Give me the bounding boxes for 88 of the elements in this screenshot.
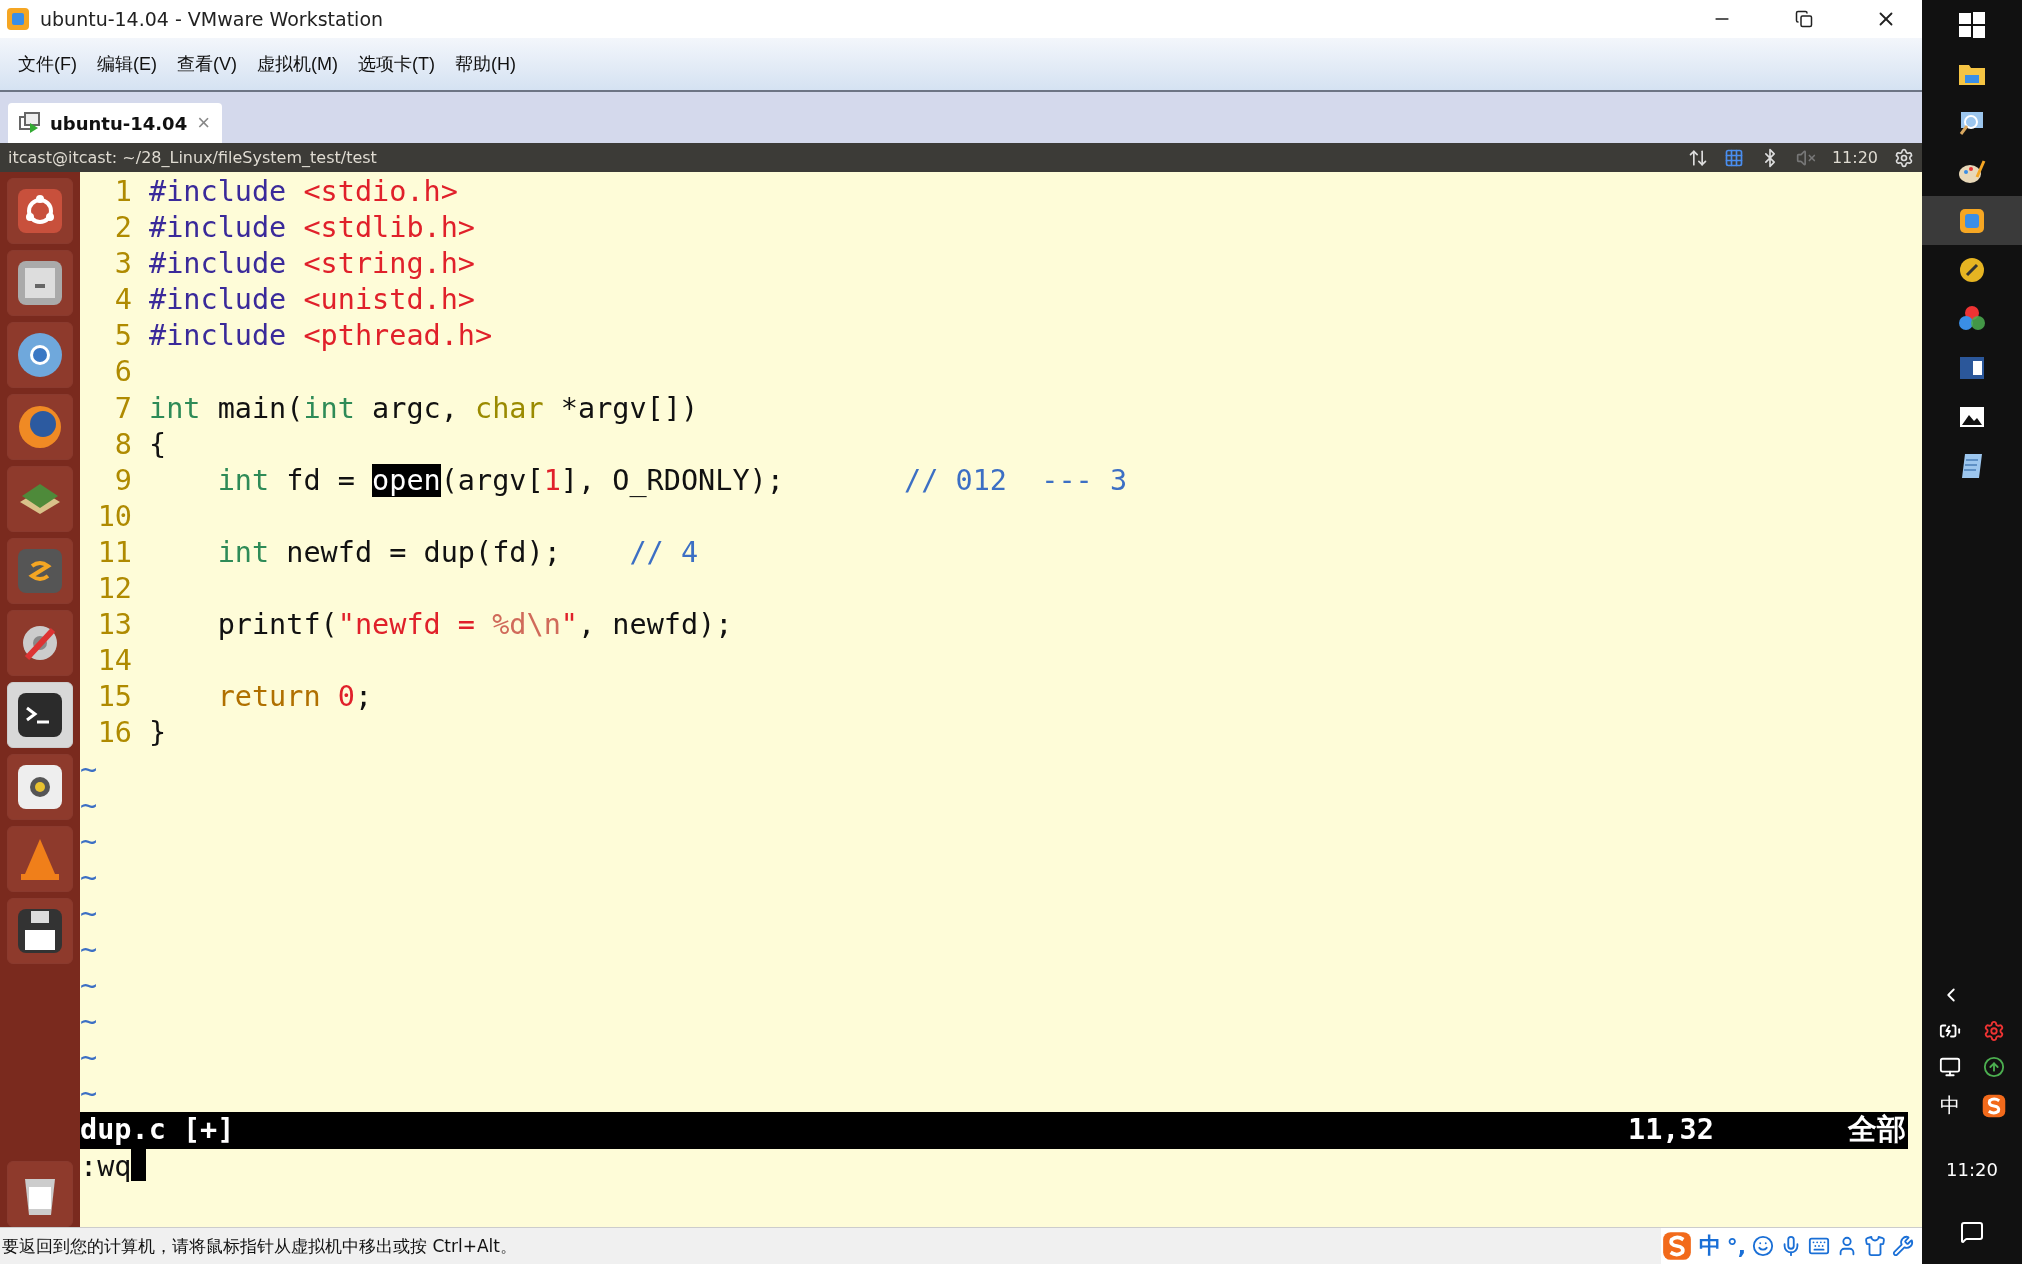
muted-speaker-icon[interactable] — [1795, 147, 1816, 168]
gear-icon[interactable] — [1983, 1020, 2005, 1042]
menu-item[interactable]: 选项卡(T) — [349, 46, 443, 82]
vm-icon — [18, 111, 42, 135]
input-mode-toggle[interactable]: °, — [1726, 1233, 1746, 1259]
speaker-icon[interactable] — [7, 754, 73, 820]
empty-line-marker: ~ — [80, 895, 98, 932]
menu-item[interactable]: 虚拟机(M) — [249, 46, 346, 82]
panel-clock[interactable]: 11:20 — [1831, 148, 1878, 167]
menu-item[interactable]: 帮助(H) — [446, 46, 524, 82]
line-number: 3 — [113, 246, 133, 283]
shirt-icon[interactable] — [1864, 1235, 1886, 1257]
file-name: dup.c [+] — [80, 1112, 236, 1149]
monitor-icon[interactable] — [1939, 1056, 1961, 1078]
notification-icon[interactable] — [1960, 1220, 1984, 1244]
app-logo-icon — [6, 7, 30, 31]
line-number: 14 — [96, 643, 133, 680]
input-method-icon[interactable] — [1723, 147, 1744, 168]
file-cabinet-icon[interactable] — [7, 250, 73, 316]
empty-line-marker: ~ — [80, 968, 98, 1005]
code-line: int main(int argc, char *argv[]) — [149, 390, 699, 427]
line-number: 7 — [113, 390, 133, 427]
traffic-cone-icon[interactable] — [7, 826, 73, 892]
tools-icon[interactable] — [7, 610, 73, 676]
books-icon[interactable] — [7, 466, 73, 532]
empty-line-marker: ~ — [80, 1004, 98, 1041]
upload-icon[interactable] — [1983, 1056, 2005, 1078]
line-number: 9 — [113, 462, 133, 499]
input-mode-toggle[interactable]: 中 — [1698, 1231, 1721, 1261]
menu-item[interactable]: 文件(F) — [10, 46, 85, 82]
empty-line-marker: ~ — [80, 859, 98, 896]
line-number: 4 — [113, 282, 133, 319]
text-editor-icon[interactable] — [7, 538, 73, 604]
code-line: printf("newfd = %d\n", newfd); — [216, 607, 733, 644]
smiley-icon[interactable] — [1752, 1235, 1774, 1257]
command-line[interactable]: :wq — [80, 1148, 132, 1185]
trash-icon[interactable] — [7, 1161, 73, 1227]
line-number: 5 — [113, 318, 133, 355]
line-number: 15 — [96, 679, 133, 716]
empty-line-marker: ~ — [80, 751, 98, 788]
line-number: 12 — [96, 571, 133, 608]
code-line: int newfd = dup(fd); // 4 — [216, 534, 699, 571]
code-line: #include <stdio.h> — [149, 174, 458, 210]
input-language-indicator[interactable]: 中 — [1940, 1092, 1960, 1119]
empty-line-marker: ~ — [80, 787, 98, 824]
wrench-icon[interactable] — [1892, 1235, 1914, 1257]
tab-close-button[interactable]: × — [195, 110, 212, 136]
code-line: #include <stdlib.h> — [149, 210, 476, 247]
tab-label: ubuntu-14.04 — [50, 112, 188, 134]
window-title: ubuntu-14.04 - VMware Workstation — [40, 8, 385, 30]
vm-tab[interactable]: ubuntu-14.04 × — [8, 103, 222, 143]
settings-icon[interactable] — [1894, 147, 1914, 168]
browser-icon[interactable] — [7, 322, 73, 388]
terminal-title: itcast@itcast: ~/28_Linux/fileSystem_test/test — [8, 148, 378, 167]
empty-line-marker: ~ — [80, 823, 98, 860]
taskbar-clock[interactable]: 11:20 — [1946, 1159, 1998, 1180]
restore-icon[interactable] — [1795, 10, 1813, 28]
search-match: open — [372, 463, 441, 497]
ubuntu-logo-icon[interactable] — [7, 178, 73, 244]
menu-item[interactable]: 编辑(E) — [89, 46, 165, 82]
status-message: 要返回到您的计算机，请将鼠标指针从虚拟机中移出或按 Ctrl+Alt。 — [2, 1234, 518, 1258]
input-method-logo-icon[interactable] — [1660, 1230, 1693, 1262]
line-number: 2 — [113, 210, 133, 247]
line-number: 16 — [96, 715, 133, 752]
fox-globe-icon[interactable] — [7, 394, 73, 460]
input-method-logo-icon[interactable] — [1981, 1092, 2007, 1119]
empty-line-marker: ~ — [80, 1076, 98, 1113]
code-line: #include <string.h> — [149, 246, 476, 283]
code-line: { — [149, 426, 167, 463]
empty-line-marker: ~ — [80, 931, 98, 968]
line-number: 8 — [113, 426, 133, 463]
code-line: return 0; — [216, 679, 373, 716]
line-number: 11 — [96, 534, 133, 571]
line-number: 1 — [113, 174, 133, 210]
terminal-icon[interactable] — [7, 682, 73, 748]
code-line: #include <unistd.h> — [149, 282, 476, 319]
code-line: } — [149, 715, 167, 752]
code-line: int fd = open(argv[1], O_RDONLY); // 012 --- 3 — [216, 462, 1128, 499]
menu-item[interactable]: 查看(V) — [169, 46, 245, 82]
cursor-position: 11,32 — [1628, 1112, 1715, 1149]
keyboard-icon[interactable] — [1808, 1235, 1830, 1257]
line-number: 13 — [96, 607, 133, 644]
empty-line-marker: ~ — [80, 1040, 98, 1077]
scroll-position: 全部 — [1848, 1112, 1907, 1149]
line-number: 10 — [96, 498, 133, 535]
code-line: #include <pthread.h> — [149, 318, 493, 355]
vm-app-icon[interactable] — [1922, 196, 2022, 245]
line-number: 6 — [113, 354, 133, 391]
